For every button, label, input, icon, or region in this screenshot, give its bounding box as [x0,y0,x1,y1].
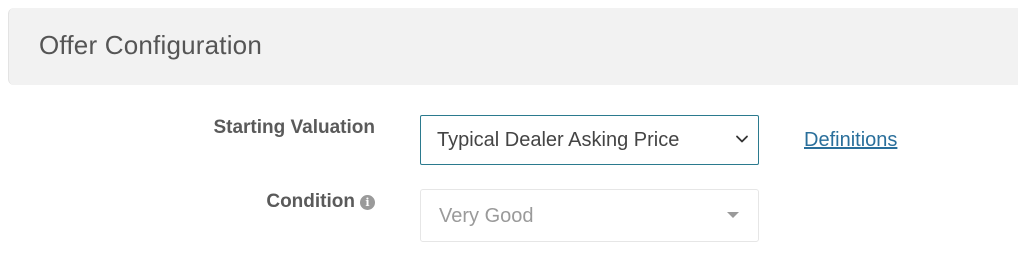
condition-label-group: Condition i [266,191,375,213]
definitions-link[interactable]: Definitions [804,129,897,152]
condition-select[interactable]: Very Good [420,189,759,242]
section-title: Offer Configuration [39,30,262,60]
starting-valuation-label: Starting Valuation [213,117,375,138]
offer-configuration-page: Offer Configuration Starting Valuation T… [0,0,1018,255]
starting-valuation-select[interactable]: Typical Dealer Asking Price [420,115,759,165]
section-header: Offer Configuration [8,8,1018,85]
chevron-down-icon [736,135,748,143]
caret-down-icon [727,212,739,218]
condition-label: Condition [266,191,355,212]
starting-valuation-selected-value: Typical Dealer Asking Price [437,129,680,151]
condition-selected-value: Very Good [439,205,534,227]
info-icon[interactable]: i [360,194,375,210]
